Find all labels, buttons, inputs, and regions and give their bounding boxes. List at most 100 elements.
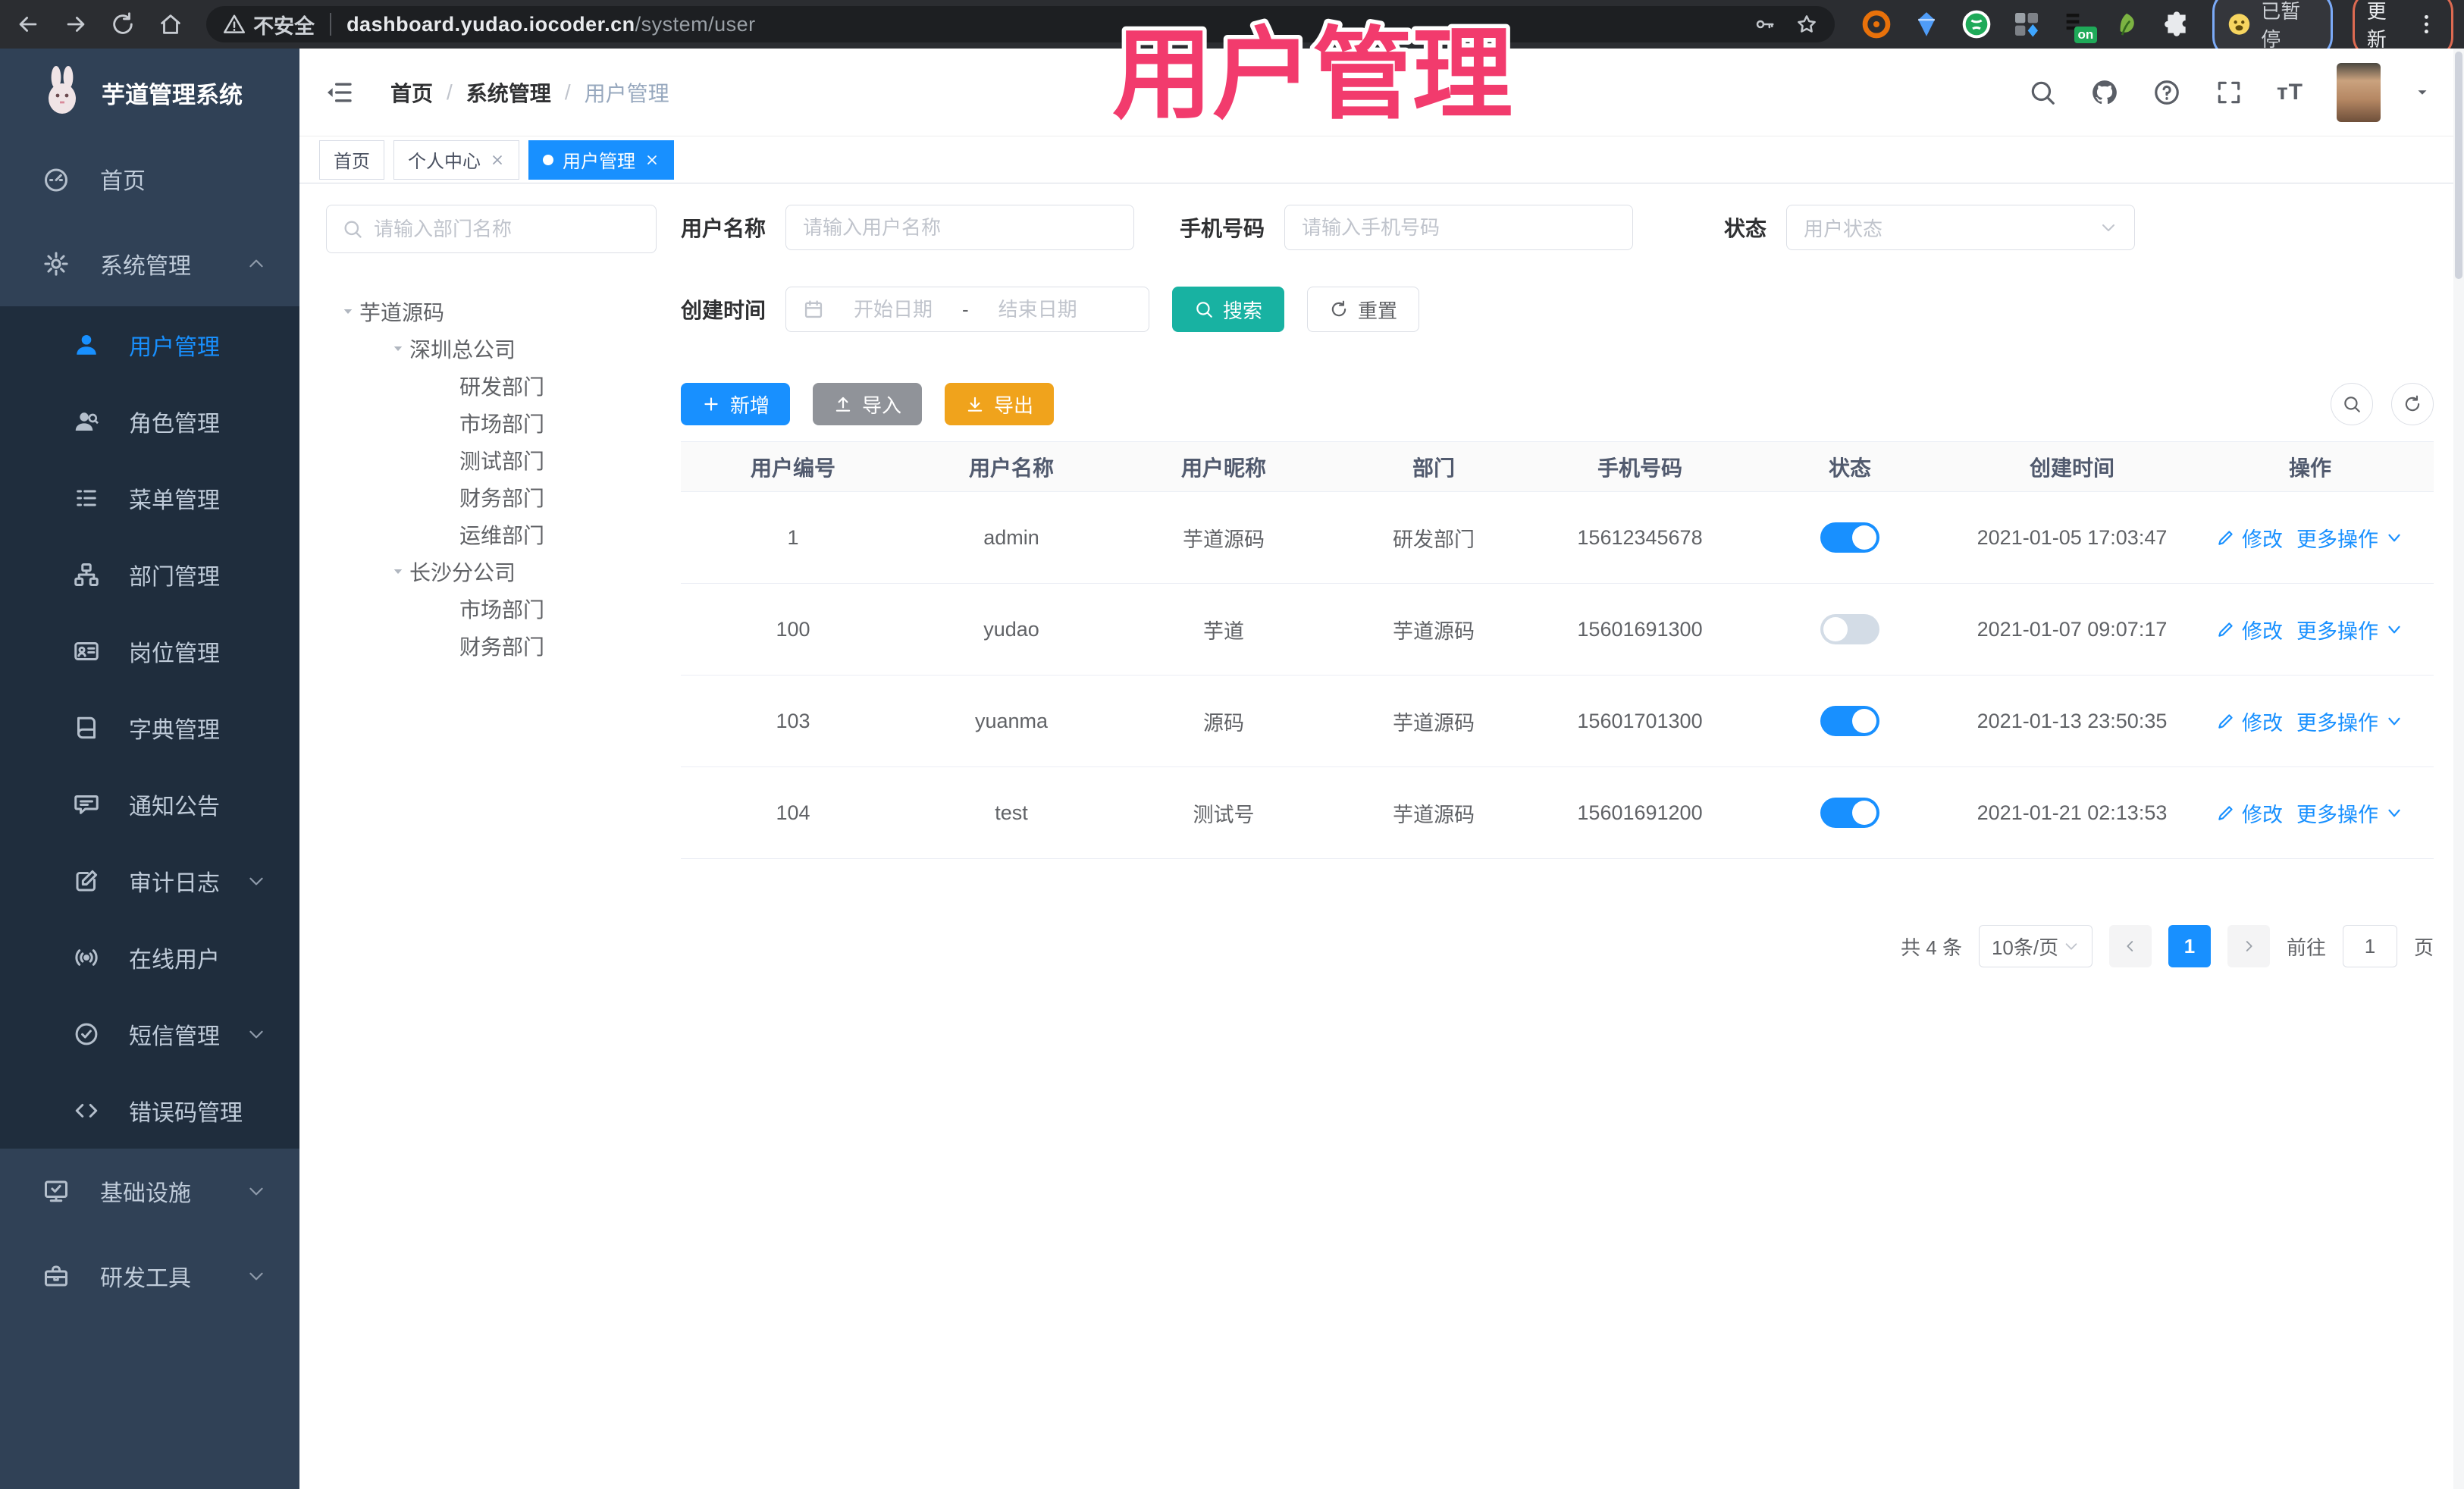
edit-link[interactable]: 修改 <box>2216 615 2283 644</box>
tree-node[interactable]: 深圳总公司 <box>326 330 657 367</box>
breadcrumb-system[interactable]: 系统管理 <box>466 77 551 108</box>
caret-down-icon[interactable] <box>387 342 409 356</box>
status-toggle[interactable] <box>1820 798 1879 828</box>
sidebar-item-user-mgmt[interactable]: 用户管理 <box>0 306 299 383</box>
close-icon[interactable] <box>490 152 505 168</box>
sidebar-item-menu-mgmt[interactable]: 菜单管理 <box>0 459 299 536</box>
page-number-1[interactable]: 1 <box>2168 925 2211 967</box>
sidebar-item-devtools[interactable]: 研发工具 <box>0 1234 299 1318</box>
tree-node[interactable]: 芋道源码 <box>326 293 657 330</box>
more-actions-link[interactable]: 更多操作 <box>2296 615 2404 644</box>
tree-node[interactable]: 财务部门 <box>326 478 657 516</box>
sidebar-item-dict-mgmt[interactable]: 字典管理 <box>0 689 299 766</box>
help-icon[interactable] <box>2152 78 2181 107</box>
add-button[interactable]: 新增 <box>681 383 791 425</box>
more-actions-link[interactable]: 更多操作 <box>2296 523 2404 553</box>
search-button[interactable]: 搜索 <box>1172 287 1285 332</box>
reset-button[interactable]: 重置 <box>1307 287 1420 332</box>
avatar-caret-icon[interactable] <box>2414 84 2431 101</box>
goto-page-input[interactable] <box>2342 925 2397 967</box>
tree-node[interactable]: 测试部门 <box>326 441 657 478</box>
breadcrumb-home[interactable]: 首页 <box>390 77 433 108</box>
tab-user-mgmt[interactable]: 用户管理 <box>528 139 674 180</box>
extension-grid-icon[interactable] <box>2011 8 2042 40</box>
sidebar-item-role-mgmt[interactable]: 角色管理 <box>0 383 299 459</box>
status-toggle[interactable] <box>1820 614 1879 644</box>
end-date-input[interactable] <box>980 297 1095 321</box>
more-actions-link[interactable]: 更多操作 <box>2296 798 2404 828</box>
sidebar-item-home[interactable]: 首页 <box>0 136 299 221</box>
status-toggle[interactable] <box>1820 522 1879 553</box>
tree-node[interactable]: 运维部门 <box>326 516 657 553</box>
back-icon[interactable] <box>9 5 48 44</box>
address-bar[interactable]: 不安全 dashboard.yudao.iocoder.cn/system/us… <box>206 6 1835 42</box>
edit-link[interactable]: 修改 <box>2216 798 2283 828</box>
sidebar-item-system[interactable]: 系统管理 <box>0 221 299 306</box>
date-range-picker[interactable]: - <box>785 287 1150 332</box>
toggle-search-button[interactable] <box>2331 383 2373 425</box>
bookmark-star-icon[interactable] <box>1795 13 1818 36</box>
tree-node[interactable]: 市场部门 <box>326 404 657 441</box>
breadcrumb-current: 用户管理 <box>584 81 669 105</box>
caret-down-icon[interactable] <box>387 565 409 578</box>
edit-link[interactable]: 修改 <box>2216 523 2283 553</box>
app-logo[interactable]: 芋道管理系统 <box>0 49 299 136</box>
extension-tags-icon[interactable]: on <box>2061 8 2098 43</box>
security-status[interactable]: 不安全 <box>223 10 315 39</box>
import-button[interactable]: 导入 <box>813 383 923 425</box>
mobile-field[interactable] <box>1284 205 1634 250</box>
sidebar-item-infrastructure[interactable]: 基础设施 <box>0 1149 299 1234</box>
scrollbar-thumb[interactable] <box>2455 52 2462 279</box>
edit-link[interactable]: 修改 <box>2216 707 2283 736</box>
refresh-table-button[interactable] <box>2391 383 2434 425</box>
extension-green-circle-icon[interactable] <box>1961 8 1992 40</box>
sidebar-item-online-users[interactable]: 在线用户 <box>0 919 299 995</box>
extension-leaf-icon[interactable] <box>2111 8 2143 40</box>
extension-orange-ring-icon[interactable] <box>1861 8 1892 40</box>
page-size-select[interactable]: 10条/页 <box>1978 925 2093 967</box>
sidebar-fold-icon[interactable] <box>324 77 354 108</box>
status-toggle[interactable] <box>1820 706 1879 736</box>
pencil-icon <box>2218 806 2233 820</box>
sidebar-item-post-mgmt[interactable]: 岗位管理 <box>0 613 299 689</box>
username-field[interactable] <box>785 205 1135 250</box>
extension-puzzle-icon[interactable] <box>2161 8 2193 40</box>
home-icon[interactable] <box>152 5 190 44</box>
prev-page-button[interactable] <box>2108 925 2152 967</box>
status-select[interactable]: 用户状态 <box>1786 205 2136 250</box>
reload-icon[interactable] <box>104 5 143 44</box>
dept-search-box[interactable] <box>326 205 657 253</box>
sidebar-item-audit-log[interactable]: 审计日志 <box>0 842 299 919</box>
close-icon[interactable] <box>644 152 660 168</box>
page-unit-label: 页 <box>2413 936 2434 959</box>
username-input[interactable] <box>803 215 1118 240</box>
scrollbar[interactable] <box>2453 49 2464 1489</box>
tree-node[interactable]: 长沙分公司 <box>326 553 657 590</box>
caret-down-icon[interactable] <box>337 305 359 318</box>
browser-toolbar: 不安全 dashboard.yudao.iocoder.cn/system/us… <box>0 0 2464 58</box>
tree-node[interactable]: 市场部门 <box>326 590 657 627</box>
url-text[interactable]: dashboard.yudao.iocoder.cn/system/user <box>346 13 756 36</box>
tab-home[interactable]: 首页 <box>319 139 384 180</box>
more-actions-link[interactable]: 更多操作 <box>2296 707 2404 736</box>
extension-gem-icon[interactable] <box>1911 8 1942 40</box>
tree-node[interactable]: 财务部门 <box>326 627 657 664</box>
dept-search-input[interactable] <box>374 217 641 241</box>
sidebar-item-dept-mgmt[interactable]: 部门管理 <box>0 536 299 613</box>
forward-icon[interactable] <box>57 5 96 44</box>
sidebar-item-sms-mgmt[interactable]: 短信管理 <box>0 995 299 1072</box>
tree-node[interactable]: 研发部门 <box>326 367 657 404</box>
fullscreen-icon[interactable] <box>2215 78 2243 107</box>
sidebar-item-errorcode-mgmt[interactable]: 错误码管理 <box>0 1072 299 1149</box>
start-date-input[interactable] <box>836 297 951 321</box>
next-page-button[interactable] <box>2227 925 2270 967</box>
sidebar-item-notice-mgmt[interactable]: 通知公告 <box>0 766 299 842</box>
font-size-icon[interactable]: тT <box>2277 80 2303 105</box>
tab-profile[interactable]: 个人中心 <box>393 139 519 180</box>
search-icon[interactable] <box>2028 78 2057 107</box>
password-key-icon[interactable] <box>1753 13 1776 36</box>
mobile-input[interactable] <box>1302 215 1616 240</box>
github-icon[interactable] <box>2090 78 2119 107</box>
export-button[interactable]: 导出 <box>945 383 1055 425</box>
user-avatar[interactable] <box>2337 62 2381 122</box>
